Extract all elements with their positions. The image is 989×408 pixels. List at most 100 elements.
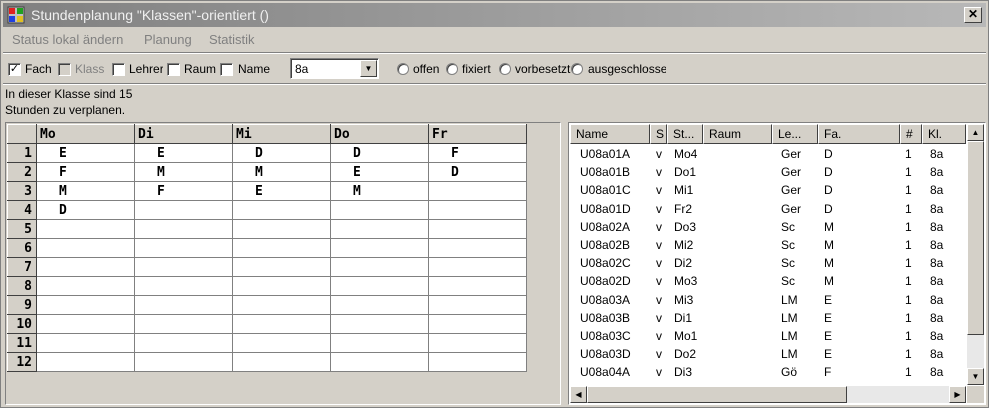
schedule-cell[interactable] (428, 219, 527, 239)
radio-fixiert[interactable] (446, 63, 458, 75)
column-header-fach[interactable]: Fa. (818, 124, 900, 144)
list-item[interactable]: U08a02D v Mo3 Sc M 1 8a (570, 272, 965, 290)
list-item[interactable]: U08a03B v Di1 LM E 1 8a (570, 309, 965, 327)
scroll-down-icon[interactable]: ▼ (967, 368, 984, 385)
schedule-cell[interactable] (428, 314, 527, 334)
column-header-name[interactable]: Name (570, 124, 650, 144)
schedule-cell[interactable]: D (232, 143, 331, 163)
schedule-cell[interactable]: F (134, 181, 233, 201)
chevron-down-icon[interactable]: ▼ (360, 60, 377, 77)
scroll-up-icon[interactable]: ▲ (967, 124, 984, 141)
column-header-klasse[interactable]: Kl. (922, 124, 966, 144)
schedule-cell[interactable] (330, 200, 429, 220)
day-header-mi[interactable]: Mi (232, 124, 331, 144)
list-item[interactable]: U08a01A v Mo4 Ger D 1 8a (570, 145, 965, 163)
column-header-raum[interactable]: Raum (703, 124, 772, 144)
schedule-cell[interactable] (232, 200, 331, 220)
schedule-cell[interactable] (428, 333, 527, 353)
column-header-lehrer[interactable]: Le... (772, 124, 818, 144)
schedule-cell[interactable] (134, 295, 233, 315)
list-item[interactable]: U08a01C v Mi1 Ger D 1 8a (570, 181, 965, 199)
schedule-cell[interactable]: M (134, 162, 233, 182)
schedule-cell[interactable] (428, 200, 527, 220)
schedule-cell[interactable] (428, 295, 527, 315)
schedule-cell[interactable] (330, 295, 429, 315)
schedule-cell[interactable]: M (232, 162, 331, 182)
list-item[interactable]: U08a03D v Do2 LM E 1 8a (570, 345, 965, 363)
radio-ausgeschlossen[interactable] (571, 63, 583, 75)
schedule-cell[interactable] (232, 276, 331, 296)
day-header-do[interactable]: Do (330, 124, 429, 144)
schedule-cell[interactable] (134, 200, 233, 220)
column-header-anzahl[interactable]: # (900, 124, 922, 144)
list-item[interactable]: U08a02C v Di2 Sc M 1 8a (570, 254, 965, 272)
schedule-cell[interactable]: E (134, 143, 233, 163)
menu-status-lokal[interactable]: Status lokal ändern (12, 32, 123, 47)
list-item[interactable]: U08a01D v Fr2 Ger D 1 8a (570, 200, 965, 218)
title-bar[interactable]: Stundenplanung "Klassen"-orientiert () ✕ (3, 3, 986, 27)
schedule-cell[interactable] (232, 257, 331, 277)
schedule-grid[interactable]: Mo Di Mi Do Fr 1EEDDF2FMMED3MFEM4D567891… (5, 122, 561, 405)
schedule-cell[interactable]: M (330, 181, 429, 201)
checkbox-name[interactable] (220, 63, 233, 76)
schedule-cell[interactable] (134, 352, 233, 372)
schedule-cell[interactable] (134, 314, 233, 334)
scroll-left-icon[interactable]: ◀ (570, 386, 587, 403)
schedule-cell[interactable]: D (36, 200, 135, 220)
schedule-cell[interactable] (330, 238, 429, 258)
menu-planung[interactable]: Planung (144, 32, 192, 47)
day-header-fr[interactable]: Fr (428, 124, 527, 144)
schedule-cell[interactable] (134, 333, 233, 353)
schedule-cell[interactable]: D (428, 162, 527, 182)
schedule-cell[interactable] (428, 257, 527, 277)
schedule-cell[interactable]: E (232, 181, 331, 201)
vertical-scroll-thumb[interactable] (967, 141, 984, 335)
column-header-stunde[interactable]: St... (667, 124, 703, 144)
horizontal-scroll-thumb[interactable] (587, 386, 847, 403)
checkbox-lehrer[interactable] (112, 63, 125, 76)
schedule-cell[interactable] (36, 314, 135, 334)
schedule-cell[interactable]: E (330, 162, 429, 182)
schedule-cell[interactable] (36, 333, 135, 353)
vertical-scrollbar[interactable]: ▲ ▼ (967, 124, 984, 385)
schedule-cell[interactable] (428, 352, 527, 372)
schedule-cell[interactable]: E (36, 143, 135, 163)
checkbox-fach[interactable]: ✓ (8, 63, 21, 76)
schedule-cell[interactable] (36, 352, 135, 372)
list-item[interactable]: U08a03A v Mi3 LM E 1 8a (570, 291, 965, 309)
checkbox-raum[interactable] (167, 63, 180, 76)
schedule-cell[interactable]: D (330, 143, 429, 163)
schedule-cell[interactable] (232, 314, 331, 334)
schedule-cell[interactable] (36, 219, 135, 239)
day-header-di[interactable]: Di (134, 124, 233, 144)
lesson-list[interactable]: Name S St... Raum Le... Fa. # Kl. U08a01… (568, 122, 986, 405)
schedule-cell[interactable] (36, 276, 135, 296)
schedule-cell[interactable] (36, 238, 135, 258)
close-button[interactable]: ✕ (964, 7, 982, 23)
schedule-cell[interactable] (428, 276, 527, 296)
horizontal-scrollbar[interactable]: ◀ ▶ (570, 386, 966, 403)
schedule-cell[interactable]: F (428, 143, 527, 163)
schedule-cell[interactable] (232, 352, 331, 372)
schedule-cell[interactable] (330, 276, 429, 296)
schedule-cell[interactable] (232, 219, 331, 239)
day-header-mo[interactable]: Mo (36, 124, 135, 144)
schedule-cell[interactable] (36, 295, 135, 315)
list-item[interactable]: U08a01B v Do1 Ger D 1 8a (570, 163, 965, 181)
schedule-cell[interactable] (134, 219, 233, 239)
schedule-cell[interactable] (134, 238, 233, 258)
radio-offen[interactable] (397, 63, 409, 75)
schedule-cell[interactable] (232, 333, 331, 353)
schedule-cell[interactable] (330, 314, 429, 334)
schedule-cell[interactable]: F (36, 162, 135, 182)
column-header-status[interactable]: S (650, 124, 667, 144)
schedule-cell[interactable] (330, 352, 429, 372)
schedule-cell[interactable] (232, 295, 331, 315)
schedule-cell[interactable]: M (36, 181, 135, 201)
list-item[interactable]: U08a02B v Mi2 Sc M 1 8a (570, 236, 965, 254)
list-item[interactable]: U08a03C v Mo1 LM E 1 8a (570, 327, 965, 345)
schedule-cell[interactable] (134, 276, 233, 296)
menu-statistik[interactable]: Statistik (209, 32, 255, 47)
schedule-cell[interactable] (36, 257, 135, 277)
schedule-cell[interactable] (330, 333, 429, 353)
